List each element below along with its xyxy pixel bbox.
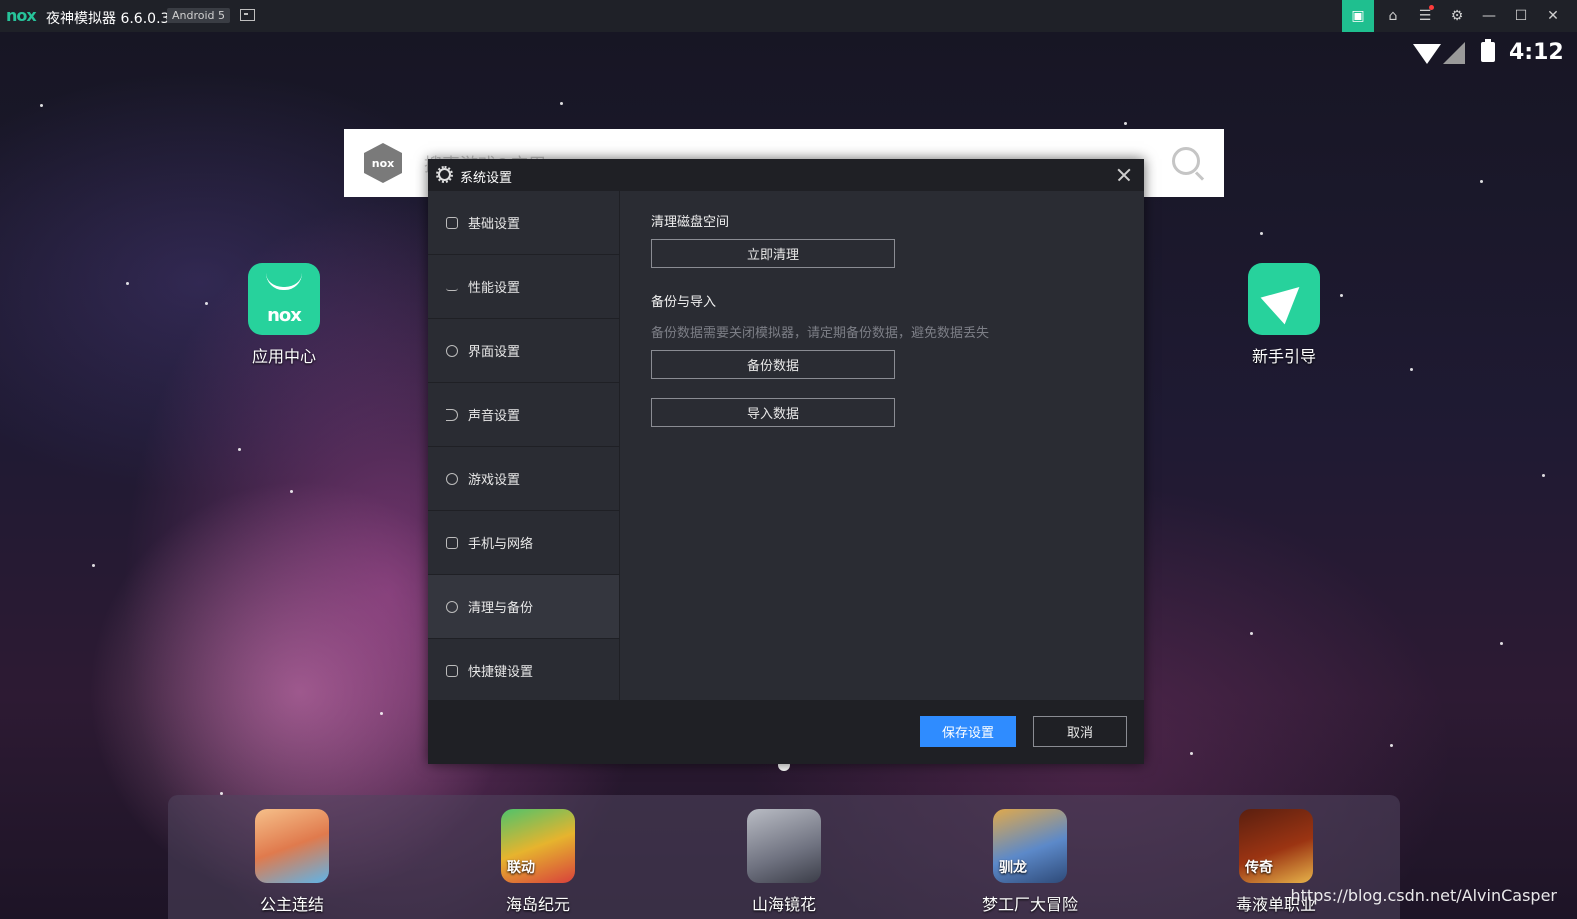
backup-import-title: 备份与导入 — [651, 295, 717, 310]
app-icon-legend: 传奇 — [1239, 809, 1313, 883]
bag-icon: ▣ — [1351, 8, 1365, 24]
theme-button[interactable]: ⌂ — [1377, 0, 1409, 32]
menu-icon: ☰ — [1418, 8, 1432, 24]
shirt-icon: ⌂ — [1388, 8, 1398, 24]
clean-now-button[interactable]: 立即清理 — [651, 239, 895, 268]
sidebar-item-label: 性能设置 — [468, 281, 521, 296]
sidebar-item-interface[interactable]: 界面设置 — [428, 319, 619, 383]
close-window-button[interactable]: ✕ — [1537, 0, 1569, 32]
app-label: 应用中心 — [251, 347, 316, 366]
settings-button[interactable]: ⚙ — [1441, 0, 1473, 32]
sidebar-item-label: 界面设置 — [468, 345, 521, 360]
nox-logo-icon: nox — [364, 143, 402, 183]
android-version-badge: Android 5 — [167, 8, 231, 23]
status-clock: 4:12 — [1509, 40, 1564, 65]
window-title: 夜神模拟器 6.6.0.3 — [46, 11, 170, 27]
dock-app[interactable]: 驯龙 梦工厂大冒险 — [960, 809, 1100, 915]
sidebar-item-basic[interactable]: 基础设置 — [428, 191, 619, 255]
wifi-icon — [1413, 44, 1441, 64]
nox-logo-text: nox — [267, 305, 302, 326]
app-icon-princess-connect — [255, 809, 329, 883]
maximize-icon: ☐ — [1514, 8, 1528, 24]
keyboard-icon — [446, 664, 458, 677]
keyboard-icon[interactable] — [240, 9, 255, 21]
app-dock: 公主连结 联动 海岛纪元 山海镜花 驯龙 梦工厂大冒险 传奇 毒液单职业 — [168, 795, 1400, 919]
minimize-button[interactable]: — — [1473, 0, 1505, 32]
history-icon — [446, 600, 458, 613]
import-data-button[interactable]: 导入数据 — [651, 398, 895, 427]
app-center-tile: nox — [248, 263, 320, 335]
dock-app-label: 公主连结 — [259, 895, 324, 914]
maximize-button[interactable]: ☐ — [1505, 0, 1537, 32]
watermark: https://blog.csdn.net/AlvinCasper — [1290, 886, 1557, 905]
sidebar-item-label: 清理与备份 — [468, 601, 534, 616]
dialog-header: 系统设置 — [428, 159, 1144, 191]
tile-caption: 驯龙 — [999, 860, 1027, 876]
gear-icon — [436, 166, 453, 183]
menu-button[interactable]: ☰ — [1409, 0, 1441, 32]
settings-sidebar: 基础设置 性能设置 界面设置 声音设置 游戏设置 手机与网络 清理与备份 快捷键… — [428, 191, 620, 703]
dock-app[interactable]: 联动 海岛纪元 — [468, 809, 608, 915]
palette-icon — [446, 344, 458, 357]
dock-app-label: 梦工厂大冒险 — [981, 895, 1078, 914]
system-settings-dialog: 系统设置 基础设置 性能设置 界面设置 声音设置 游戏设置 手机与网络 清理与备… — [428, 159, 1144, 764]
sidebar-item-performance[interactable]: 性能设置 — [428, 255, 619, 319]
app-icon-island-era: 联动 — [501, 809, 575, 883]
app-label: 新手引导 — [1251, 347, 1316, 366]
notification-dot — [1429, 5, 1434, 10]
pulse-icon — [446, 283, 458, 291]
dock-app-label: 海岛纪元 — [505, 895, 570, 914]
sidebar-item-shortcuts[interactable]: 快捷键设置 — [428, 639, 619, 703]
window-titlebar: nox 夜神模拟器 6.6.0.3 Android 5 ▣ ⌂ ☰ ⚙ — ☐ … — [0, 0, 1577, 32]
dock-app-label: 山海镜花 — [751, 895, 816, 914]
app-center-icon[interactable]: nox 应用中心 — [229, 263, 339, 367]
bag-icon — [266, 273, 302, 290]
minimize-icon: — — [1482, 8, 1496, 24]
sidebar-item-clean-backup[interactable]: 清理与备份 — [428, 575, 619, 639]
close-icon[interactable] — [1114, 165, 1134, 185]
settings-content: 清理磁盘空间 立即清理 备份与导入 备份数据需要关闭模拟器，请定期备份数据，避免… — [620, 191, 1144, 700]
puzzle-icon — [446, 216, 458, 229]
sidebar-item-game[interactable]: 游戏设置 — [428, 447, 619, 511]
backup-hint: 备份数据需要关闭模拟器，请定期备份数据，避免数据丢失 — [651, 326, 990, 341]
app-store-button[interactable]: ▣ — [1342, 0, 1374, 32]
app-icon-shanhai — [747, 809, 821, 883]
dialog-footer: 保存设置 取消 — [428, 700, 1144, 764]
nox-logo: nox — [6, 6, 37, 25]
clean-disk-title: 清理磁盘空间 — [651, 215, 730, 230]
dock-app[interactable]: 公主连结 — [222, 809, 362, 915]
sidebar-item-phone-network[interactable]: 手机与网络 — [428, 511, 619, 575]
search-icon[interactable] — [1172, 147, 1200, 175]
close-icon: ✕ — [1547, 8, 1559, 24]
android-statusbar: 4:12 — [1377, 32, 1577, 74]
sidebar-item-sound[interactable]: 声音设置 — [428, 383, 619, 447]
dialog-title: 系统设置 — [460, 171, 513, 186]
sidebar-item-label: 手机与网络 — [468, 537, 534, 552]
guide-tile — [1248, 263, 1320, 335]
cancel-button[interactable]: 取消 — [1033, 716, 1127, 747]
save-settings-button[interactable]: 保存设置 — [920, 716, 1016, 747]
gear-icon: ⚙ — [1450, 8, 1464, 24]
signal-icon — [1443, 42, 1465, 64]
backup-data-button[interactable]: 备份数据 — [651, 350, 895, 379]
sound-icon — [446, 408, 458, 421]
sidebar-item-label: 声音设置 — [468, 409, 521, 424]
sidebar-item-label: 游戏设置 — [468, 473, 521, 488]
app-icon-dreamworks: 驯龙 — [993, 809, 1067, 883]
sidebar-item-label: 快捷键设置 — [468, 665, 534, 680]
paper-plane-icon — [1260, 273, 1312, 325]
tile-caption: 传奇 — [1245, 860, 1273, 876]
dock-app[interactable]: 山海镜花 — [714, 809, 854, 915]
tile-caption: 联动 — [507, 860, 535, 876]
battery-icon — [1481, 39, 1495, 62]
phone-icon — [446, 536, 458, 549]
sidebar-item-label: 基础设置 — [468, 217, 521, 232]
guide-icon[interactable]: 新手引导 — [1229, 263, 1339, 367]
game-icon — [446, 472, 458, 485]
